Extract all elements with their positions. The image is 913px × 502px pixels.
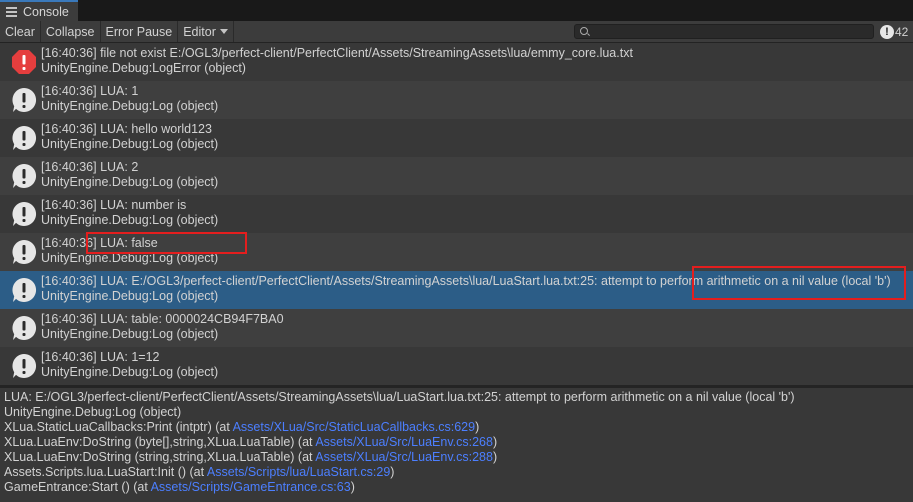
log-message: [16:40:36] LUA: 1 bbox=[41, 84, 139, 98]
log-message: [16:40:36] LUA: 2 bbox=[41, 160, 139, 174]
console-toolbar: Clear Collapse Error Pause Editor ! 42 bbox=[0, 21, 913, 43]
stack-frame-link[interactable]: Assets/Scripts/lua/LuaStart.cs:29 bbox=[207, 465, 390, 479]
stack-frame-text: XLua.StaticLuaCallbacks:Print (intptr) (… bbox=[4, 420, 233, 434]
menu-lines-icon bbox=[6, 7, 17, 17]
log-entry-text: [16:40:36] LUA: number is UnityEngine.Deb… bbox=[41, 198, 218, 228]
log-message: [16:40:36] LUA: 1=12 bbox=[41, 350, 160, 364]
highlight-box bbox=[86, 232, 247, 254]
log-entry-text: [16:40:36] LUA: 1 UnityEngine.Debug:Log (… bbox=[41, 84, 218, 114]
detail-panel: LUA: E:/OGL3/perfect-client/PerfectClien… bbox=[0, 388, 913, 502]
stack-frame-link[interactable]: Assets/XLua/Src/StaticLuaCallbacks.cs:62… bbox=[233, 420, 475, 434]
stack-frame-text: XLua.LuaEnv:DoString (byte[],string,XLua… bbox=[4, 435, 316, 449]
info-icon bbox=[12, 125, 37, 150]
info-icon bbox=[12, 163, 37, 188]
stack-frame: GameEntrance:Start () (at Assets/Scripts… bbox=[4, 480, 913, 495]
error-icon bbox=[12, 50, 36, 74]
log-entry-text: [16:40:36] LUA: hello world123 UnityEngin… bbox=[41, 122, 218, 152]
search-input[interactable] bbox=[574, 24, 874, 39]
stack-frame: Assets.Scripts.lua.LuaStart:Init () (at … bbox=[4, 465, 913, 480]
tab-console[interactable]: Console bbox=[0, 0, 78, 21]
log-entry-text: [16:40:36] LUA: table: 0000024CB94F7BA0 U… bbox=[41, 312, 284, 342]
highlight-box bbox=[692, 266, 906, 300]
info-icon bbox=[12, 315, 37, 340]
error-pause-button[interactable]: Error Pause bbox=[101, 21, 179, 42]
stack-frame-text: Assets.Scripts.lua.LuaStart:Init () (at bbox=[4, 465, 207, 479]
info-icon bbox=[12, 87, 37, 112]
stack-frame-link[interactable]: Assets/XLua/Src/LuaEnv.cs:288 bbox=[315, 450, 493, 464]
info-icon bbox=[12, 201, 37, 226]
stack-frame: XLua.LuaEnv:DoString (byte[],string,XLua… bbox=[4, 435, 913, 450]
stack-frame-end: ) bbox=[492, 450, 498, 464]
editor-dropdown[interactable]: Editor bbox=[178, 21, 234, 42]
stack-frame-text: XLua.LuaEnv:DoString (string,string,XLua… bbox=[4, 450, 316, 464]
detail-message: LUA: E:/OGL3/perfect-client/PerfectClien… bbox=[4, 390, 795, 404]
stack-frame-end: ) bbox=[350, 480, 355, 494]
log-source: UnityEngine.Debug:Log (object) bbox=[41, 213, 219, 227]
log-source: UnityEngine.Debug:Log (object) bbox=[41, 327, 219, 341]
log-source: UnityEngine.Debug:Log (object) bbox=[41, 137, 219, 151]
stack-frame: XLua.LuaEnv:DoString (string,string,XLua… bbox=[4, 450, 913, 465]
stack-trace: XLua.StaticLuaCallbacks:Print (intptr) (… bbox=[4, 420, 913, 495]
log-message: [16:40:36] file not exist E:/OGL3/perfec… bbox=[41, 46, 633, 60]
search-icon bbox=[580, 27, 588, 35]
info-icon bbox=[12, 277, 37, 302]
detail-call: UnityEngine.Debug:Log (object) bbox=[4, 405, 182, 419]
log-entry[interactable]: [16:40:36] LUA: table: 0000024CB94F7BA0 U… bbox=[0, 309, 913, 347]
tab-bar: Console bbox=[0, 0, 913, 21]
editor-dropdown-label: Editor bbox=[183, 24, 216, 39]
log-message: [16:40:36] LUA: hello world123 bbox=[41, 122, 212, 136]
tab-console-label: Console bbox=[23, 4, 69, 19]
stack-frame-link[interactable]: Assets/XLua/Src/LuaEnv.cs:268 bbox=[315, 435, 493, 449]
stack-frame-end: ) bbox=[390, 465, 395, 479]
log-count: 42 bbox=[895, 24, 909, 39]
log-source: UnityEngine.Debug:LogError (object) bbox=[41, 61, 246, 75]
log-entry[interactable]: [16:40:36] file not exist E:/OGL3/perfec… bbox=[0, 43, 913, 81]
console-window: Console Clear Collapse Error Pause Edito… bbox=[0, 0, 913, 502]
info-icon bbox=[12, 353, 37, 378]
log-count-toggle[interactable]: ! 42 bbox=[880, 23, 908, 40]
log-entry[interactable]: [16:40:36] LUA: 1 UnityEngine.Debug:Log (… bbox=[0, 81, 913, 119]
info-icon bbox=[12, 239, 37, 264]
clear-button[interactable]: Clear bbox=[0, 21, 41, 42]
log-entry[interactable]: [16:40:36] LUA: 2 UnityEngine.Debug:Log (… bbox=[0, 157, 913, 195]
log-entry[interactable]: [16:40:36] LUA: hello world123 UnityEngin… bbox=[0, 119, 913, 157]
collapse-button[interactable]: Collapse bbox=[41, 21, 101, 42]
log-message: [16:40:36] LUA: table: 0000024CB94F7BA0 bbox=[41, 312, 284, 326]
log-source: UnityEngine.Debug:Log (object) bbox=[41, 99, 219, 113]
log-entry-text: [16:40:36] LUA: 1=12 UnityEngine.Debug:Lo… bbox=[41, 350, 218, 380]
log-list: [16:40:36] file not exist E:/OGL3/perfec… bbox=[0, 43, 913, 385]
log-entry-text: [16:40:36] file not exist E:/OGL3/perfec… bbox=[41, 46, 633, 76]
stack-frame-end: ) bbox=[492, 435, 498, 449]
stack-frame-text: GameEntrance:Start () (at bbox=[4, 480, 151, 494]
log-entry[interactable]: [16:40:36] LUA: number is UnityEngine.Deb… bbox=[0, 195, 913, 233]
log-entry-text: [16:40:36] LUA: 2 UnityEngine.Debug:Log (… bbox=[41, 160, 218, 190]
log-source: UnityEngine.Debug:Log (object) bbox=[41, 365, 219, 379]
log-entry[interactable]: [16:40:36] LUA: 1=12 UnityEngine.Debug:Lo… bbox=[0, 347, 913, 385]
log-source: UnityEngine.Debug:Log (object) bbox=[41, 175, 219, 189]
log-message: [16:40:36] LUA: number is bbox=[41, 198, 187, 212]
chevron-down-icon bbox=[219, 29, 228, 34]
info-icon: ! bbox=[880, 24, 894, 39]
stack-frame-link[interactable]: Assets/Scripts/GameEntrance.cs:63 bbox=[151, 480, 351, 494]
stack-frame-end: ) bbox=[475, 420, 480, 434]
stack-frame: XLua.StaticLuaCallbacks:Print (intptr) (… bbox=[4, 420, 913, 435]
